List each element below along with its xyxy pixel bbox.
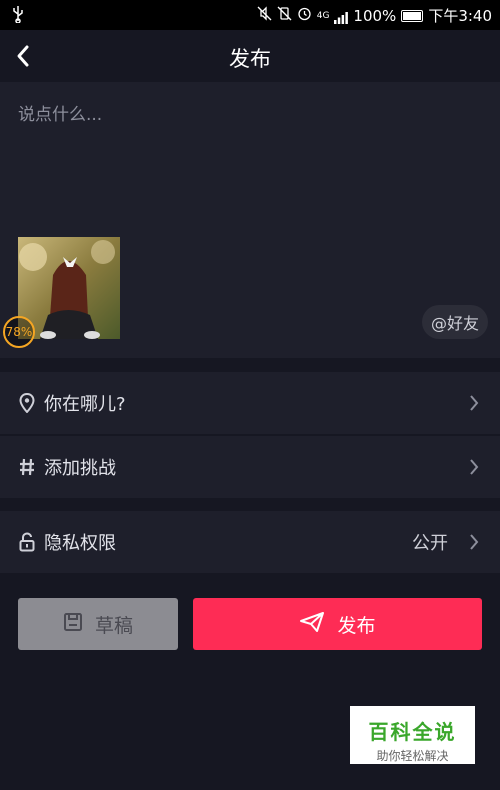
watermark-title: 百科全说 [368,720,457,744]
vibrate-off-icon [277,6,292,25]
page-title: 发布 [229,47,271,71]
nav-bar: 发布 [0,30,500,82]
chevron-right-icon [468,532,480,552]
watermark-logo: 百科全说 助你轻松解决 [350,706,475,764]
privacy-label: 隐私权限 [44,533,116,554]
save-draft-icon [63,612,83,637]
unlock-icon [18,531,36,553]
watermark-subtitle: 助你轻松解决 [376,749,449,763]
location-pin-icon [18,392,36,414]
mention-friend-button[interactable]: @好友 [422,305,488,339]
privacy-row[interactable]: 隐私权限 公开 [0,511,500,573]
chevron-right-icon [468,457,480,477]
clock: 下午3:40 [428,7,492,25]
alarm-icon [297,6,312,25]
publish-label: 发布 [337,614,376,637]
compose-area: 说点什么... 78% @好友 [0,82,500,358]
battery-icon [401,9,424,22]
location-label: 你在哪儿? [44,394,126,415]
caption-input[interactable]: 说点什么... [18,100,102,125]
privacy-value: 公开 [412,533,448,554]
battery-percent: 100% [353,6,397,25]
chevron-right-icon [468,393,480,413]
mute-icon [257,6,272,25]
challenge-label: 添加挑战 [44,458,116,479]
draft-label: 草稿 [94,614,133,637]
usb-icon [12,5,24,27]
draft-button[interactable]: 草稿 [18,598,178,650]
signal-icon [334,10,349,24]
network-type: 4G [316,10,330,21]
publish-button[interactable]: 发布 [193,598,482,650]
location-row[interactable]: 你在哪儿? [0,372,500,434]
upload-progress-text: 78% [5,325,33,339]
hashtag-icon [18,456,36,478]
status-bar: 4G 100% 下午3:40 [0,0,500,30]
send-icon [299,611,325,638]
challenge-row[interactable]: 添加挑战 [0,436,500,498]
